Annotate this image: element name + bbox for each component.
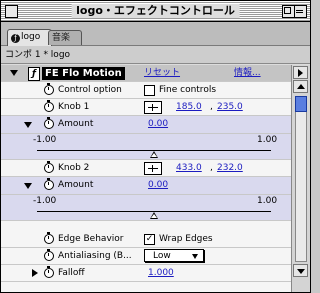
scroll-thumb[interactable] bbox=[295, 96, 307, 112]
knob1-label: Knob 1 bbox=[58, 102, 90, 112]
amount1-label: Amount bbox=[58, 119, 94, 129]
twirl-down-icon[interactable] bbox=[24, 122, 32, 128]
knob1-row: Knob 1 185.0 , 235.0 bbox=[1, 99, 291, 116]
crosshair-point-icon[interactable] bbox=[144, 101, 162, 114]
reset-link[interactable]: リセット bbox=[144, 67, 180, 80]
stopwatch-icon[interactable] bbox=[44, 100, 54, 112]
collapse-box-icon[interactable] bbox=[294, 5, 307, 18]
scroll-track[interactable] bbox=[295, 96, 307, 262]
tab-bar: ƒlogo× 音楽 bbox=[1, 22, 310, 59]
antialiasing-selected: Low bbox=[153, 251, 171, 261]
effect-tab-icon: ƒ bbox=[11, 34, 20, 43]
fine-controls-label: Fine controls bbox=[159, 85, 217, 95]
effect-params-list: ƒ FE Flo Motion リセット 情報... Control optio… bbox=[1, 65, 291, 292]
twirl-down-icon[interactable] bbox=[24, 183, 32, 189]
effect-header-row: ƒ FE Flo Motion リセット 情報... bbox=[1, 65, 291, 82]
wrap-edges-checkbox[interactable]: ✓ bbox=[144, 234, 155, 245]
edge-behavior-label: Edge Behavior bbox=[58, 234, 124, 244]
slider-min-label: -1.00 bbox=[33, 196, 57, 206]
stopwatch-icon[interactable] bbox=[44, 178, 54, 190]
slider-min-label: -1.00 bbox=[33, 135, 57, 145]
control-option-label: Control option bbox=[58, 85, 122, 95]
about-link[interactable]: 情報... bbox=[234, 67, 261, 80]
wrap-edges-label: Wrap Edges bbox=[159, 234, 213, 244]
scroll-down-icon[interactable] bbox=[293, 264, 308, 277]
title-bar[interactable]: logo・エフェクトコントロール bbox=[1, 1, 310, 22]
coord-separator: , bbox=[210, 102, 213, 112]
effect-name: FE Flo Motion bbox=[42, 67, 125, 80]
amount2-label: Amount bbox=[58, 180, 94, 190]
scroll-up-icon[interactable] bbox=[293, 80, 308, 93]
stopwatch-icon[interactable] bbox=[44, 161, 54, 173]
amount1-value[interactable]: 0.00 bbox=[148, 118, 168, 131]
effect-controls-window: logo・エフェクトコントロール ƒlogo× 音楽 コンポ 1 * logo … bbox=[0, 0, 311, 293]
antialiasing-select[interactable]: Low bbox=[144, 249, 204, 262]
coord-separator: , bbox=[210, 163, 213, 173]
falloff-row: Falloff 1.000 bbox=[1, 265, 291, 282]
falloff-value[interactable]: 1.000 bbox=[148, 267, 174, 280]
slider-knob-icon[interactable] bbox=[150, 151, 158, 158]
slider-max-label: 1.00 bbox=[257, 135, 278, 145]
falloff-label: Falloff bbox=[58, 268, 85, 278]
stopwatch-icon[interactable] bbox=[44, 266, 54, 278]
slider-max-label: 1.00 bbox=[257, 196, 278, 206]
knob2-y-value[interactable]: 232.0 bbox=[217, 162, 243, 175]
amount2-value[interactable]: 0.00 bbox=[148, 179, 168, 192]
fine-controls-checkbox[interactable] bbox=[144, 85, 155, 96]
vertical-scrollbar[interactable] bbox=[291, 65, 310, 292]
comp-header: コンポ 1 * logo bbox=[1, 46, 310, 64]
edge-behavior-row: Edge Behavior ✓ Wrap Edges bbox=[1, 231, 291, 248]
twirl-right-icon[interactable] bbox=[32, 269, 38, 277]
twirl-down-icon[interactable] bbox=[10, 70, 18, 76]
stopwatch-icon[interactable] bbox=[44, 249, 54, 261]
close-box-icon[interactable] bbox=[5, 5, 18, 18]
fx-toggle-icon[interactable]: ƒ bbox=[28, 67, 40, 81]
scroll-right-icon[interactable] bbox=[293, 66, 308, 79]
amount2-slider[interactable]: -1.00 1.00 bbox=[1, 195, 291, 221]
control-option-row: Control option Fine controls bbox=[1, 82, 291, 99]
antialiasing-label: Antialiasing (B... bbox=[58, 251, 132, 261]
tab-music[interactable]: 音楽 bbox=[48, 30, 82, 45]
knob1-y-value[interactable]: 235.0 bbox=[217, 101, 243, 114]
amount1-slider[interactable]: -1.00 1.00 bbox=[1, 134, 291, 160]
amount1-row: Amount 0.00 bbox=[1, 116, 291, 134]
amount2-row: Amount 0.00 bbox=[1, 177, 291, 195]
tab-logo-label: logo bbox=[21, 32, 41, 42]
stopwatch-icon[interactable] bbox=[44, 83, 54, 95]
knob1-x-value[interactable]: 185.0 bbox=[176, 101, 202, 114]
window-title: logo・エフェクトコントロール bbox=[71, 4, 240, 18]
knob2-row: Knob 2 433.0 , 232.0 bbox=[1, 160, 291, 177]
dropdown-arrow-icon bbox=[192, 254, 198, 259]
crosshair-point-icon[interactable] bbox=[144, 162, 162, 175]
stopwatch-icon[interactable] bbox=[44, 117, 54, 129]
antialiasing-row: Antialiasing (B... Low bbox=[1, 248, 291, 265]
knob2-x-value[interactable]: 433.0 bbox=[176, 162, 202, 175]
stopwatch-icon[interactable] bbox=[44, 232, 54, 244]
knob2-label: Knob 2 bbox=[58, 163, 90, 173]
tab-logo[interactable]: ƒlogo× bbox=[7, 29, 52, 56]
slider-knob-icon[interactable] bbox=[150, 212, 158, 219]
